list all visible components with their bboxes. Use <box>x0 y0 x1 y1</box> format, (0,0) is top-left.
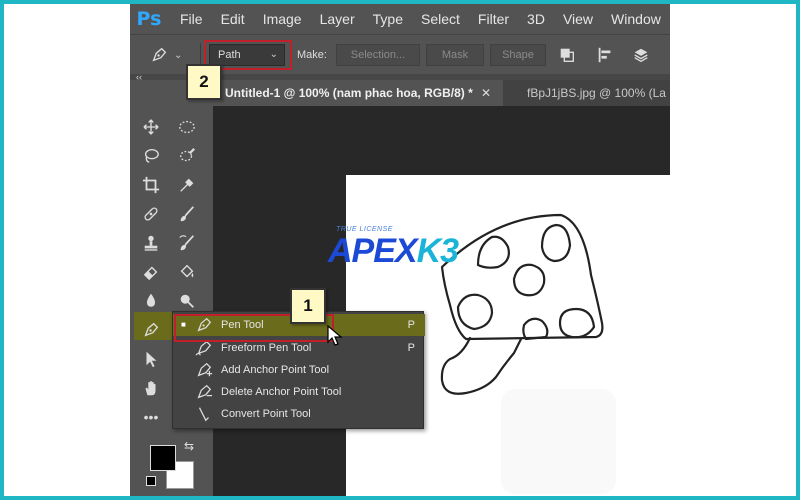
path-alignment-icon[interactable] <box>594 44 616 66</box>
healing-icon[interactable] <box>138 201 164 227</box>
callout-step-1: 1 <box>290 288 326 324</box>
flyout-item-label: Delete Anchor Point Tool <box>221 386 342 398</box>
make-label: Make: <box>297 49 327 61</box>
add-anchor-icon <box>197 362 213 377</box>
flyout-item-delete-anchor-point[interactable]: Delete Anchor Point Tool <box>173 381 425 403</box>
close-icon[interactable]: ✕ <box>481 80 491 106</box>
crop-icon[interactable] <box>138 172 164 198</box>
tab-label: Untitled-1 @ 100% (nam phac hoa, RGB/8) … <box>225 86 473 100</box>
stamp-icon[interactable] <box>138 230 164 256</box>
tools-panel: ••• ⇆ <box>130 80 213 496</box>
callout-step-2: 2 <box>186 64 222 100</box>
tool-preset-picker[interactable]: ⌄ <box>150 44 192 66</box>
brush-icon[interactable] <box>174 201 200 227</box>
marquee-icon[interactable] <box>174 114 200 140</box>
flyout-item-shortcut: P <box>407 319 415 331</box>
flyout-item-label: Convert Point Tool <box>221 408 311 420</box>
make-mask-button[interactable]: Mask <box>426 44 484 66</box>
move-icon[interactable] <box>138 114 164 140</box>
convert-point-icon <box>198 407 209 422</box>
make-selection-button[interactable]: Selection... <box>336 44 420 66</box>
path-arrangement-icon[interactable] <box>630 44 652 66</box>
path-operations-icon[interactable] <box>556 44 578 66</box>
menu-edit[interactable]: Edit <box>212 4 254 34</box>
lasso-icon[interactable] <box>138 143 164 169</box>
more-icon[interactable]: ••• <box>138 404 164 430</box>
foreground-color-swatch[interactable] <box>150 445 176 471</box>
menu-type[interactable]: Type <box>364 4 412 34</box>
menu-image[interactable]: Image <box>254 4 311 34</box>
flyout-item-shortcut: P <box>407 342 415 354</box>
tab-untitled-1[interactable]: Untitled-1 @ 100% (nam phac hoa, RGB/8) … <box>213 80 503 106</box>
flyout-item-add-anchor-point[interactable]: Add Anchor Point Tool <box>173 359 425 381</box>
chevron-down-icon: ⌄ <box>174 49 183 61</box>
menu-window[interactable]: Window <box>602 4 670 34</box>
photoshop-logo: Ps <box>136 8 162 30</box>
blur-icon[interactable] <box>138 288 164 314</box>
mouse-cursor-icon <box>327 325 343 346</box>
pen-icon <box>152 47 167 62</box>
document-workspace <box>213 106 670 496</box>
swap-colors-icon[interactable]: ⇆ <box>184 439 194 453</box>
flyout-item-convert-point[interactable]: Convert Point Tool <box>173 403 425 425</box>
delete-anchor-icon <box>197 384 213 399</box>
quick-select-icon[interactable] <box>174 143 200 169</box>
document-tabs: Untitled-1 @ 100% (nam phac hoa, RGB/8) … <box>213 80 670 106</box>
history-brush-icon[interactable] <box>174 230 200 256</box>
menu-file[interactable]: File <box>168 4 212 34</box>
flyout-item-label: Add Anchor Point Tool <box>221 364 330 376</box>
make-shape-button[interactable]: Shape <box>490 44 546 66</box>
tab-fbpj1jbs[interactable]: fBpJ1jBS.jpg @ 100% (La <box>515 80 670 106</box>
pen-icon[interactable] <box>138 317 164 343</box>
path-select-icon[interactable] <box>138 346 164 372</box>
menu-layer[interactable]: Layer <box>311 4 364 34</box>
eraser-icon[interactable] <box>138 259 164 285</box>
menu-3d[interactable]: 3D <box>518 4 554 34</box>
paint-bucket-icon[interactable] <box>174 259 200 285</box>
menu-filter[interactable]: Filter <box>469 4 518 34</box>
menu-select[interactable]: Select <box>412 4 469 34</box>
menu-bar: Ps File Edit Image Layer Type Select Fil… <box>130 4 670 34</box>
eyedropper-icon[interactable] <box>174 172 200 198</box>
hand-icon[interactable] <box>138 375 164 401</box>
menu-view[interactable]: View <box>554 4 602 34</box>
watermark-logo: APEXK3 <box>328 232 459 270</box>
default-colors-icon[interactable] <box>146 476 156 486</box>
